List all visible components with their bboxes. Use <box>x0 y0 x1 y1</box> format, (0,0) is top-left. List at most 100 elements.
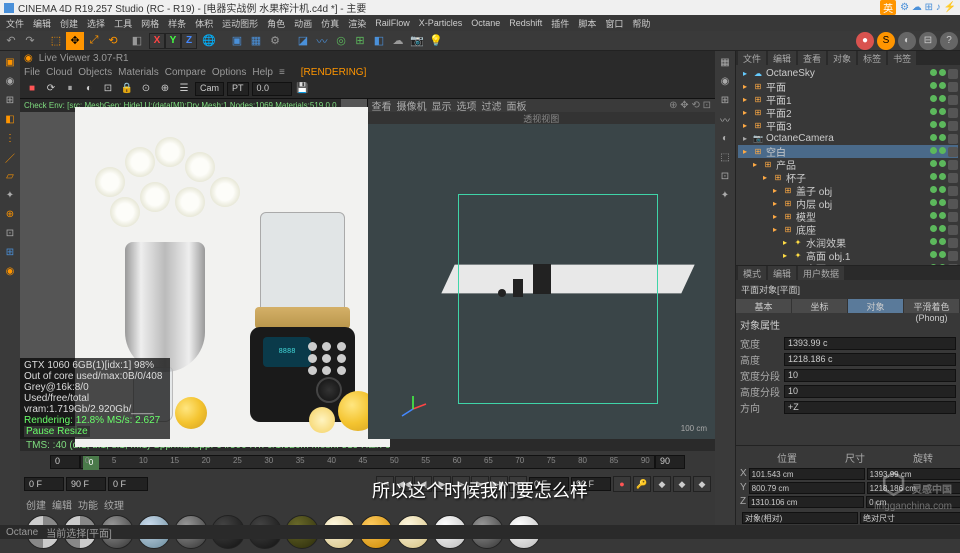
environment-tool[interactable]: ☁ <box>389 32 407 50</box>
tree-expand-icon[interactable]: ▸ <box>740 134 750 144</box>
attr-tab-object[interactable]: 对象 <box>848 299 904 313</box>
om-tab-tags[interactable]: 标签 <box>858 51 886 66</box>
point-mode-button[interactable]: ⋮ <box>1 129 19 147</box>
menu-tools[interactable]: 工具 <box>110 16 136 31</box>
workplane-snap-button[interactable]: ⊞ <box>1 243 19 261</box>
menu-character[interactable]: 角色 <box>263 16 289 31</box>
lv-menu-options[interactable]: Options <box>212 67 246 78</box>
octane-node-button[interactable]: ◐ <box>898 32 916 50</box>
render-pict-button[interactable]: ▦ <box>247 32 265 50</box>
object-tag[interactable] <box>948 69 958 79</box>
timeline-track[interactable]: 0 051015202530354045505560657075808590 <box>80 455 655 469</box>
vp-menu-panel[interactable]: 面板 <box>507 98 527 113</box>
attr-mode[interactable]: 模式 <box>738 266 766 281</box>
object-tag[interactable] <box>948 108 958 118</box>
render-dot[interactable] <box>939 147 946 154</box>
tree-row[interactable]: ▸⊞杯子 <box>738 171 958 184</box>
tweak-button[interactable]: ⊕ <box>1 205 19 223</box>
visibility-dot[interactable] <box>930 212 937 219</box>
mat-tab-func[interactable]: 功能 <box>78 497 98 512</box>
lv-fps-value[interactable]: 0.0 <box>252 82 292 96</box>
menu-animate[interactable]: 动画 <box>290 16 316 31</box>
om-tab-file[interactable]: 文件 <box>738 51 766 66</box>
visibility-dot[interactable] <box>930 225 937 232</box>
attr-input[interactable] <box>784 385 956 398</box>
object-tag[interactable] <box>948 134 958 144</box>
render-dot[interactable] <box>939 69 946 76</box>
tree-expand-icon[interactable]: ▸ <box>760 173 770 183</box>
tree-row[interactable]: ▸⊞盖子 obj <box>738 184 958 197</box>
edge-mode-button[interactable]: ／ <box>1 148 19 166</box>
visibility-dot[interactable] <box>930 82 937 89</box>
recent-tool[interactable]: ◧ <box>128 32 146 50</box>
lv-region-button[interactable]: ⊡ <box>100 81 116 97</box>
render-dot[interactable] <box>939 95 946 102</box>
render-view-button[interactable]: ▣ <box>228 32 246 50</box>
viewport-scene[interactable]: 100 cm <box>368 124 716 439</box>
rt-7[interactable]: ⊡ <box>716 167 734 185</box>
menu-mesh[interactable]: 网格 <box>137 16 163 31</box>
tree-expand-icon[interactable]: ▸ <box>740 95 750 105</box>
record-button[interactable]: ● <box>613 476 631 492</box>
visibility-dot[interactable] <box>930 160 937 167</box>
lv-menu-cloud[interactable]: Cloud <box>46 67 72 78</box>
vp-menu-display[interactable]: 显示 <box>432 98 452 113</box>
axis-mode-button[interactable]: ✦ <box>1 186 19 204</box>
tree-row[interactable]: ▸✦高面 obj.1 <box>738 249 958 262</box>
menu-render[interactable]: 渲染 <box>344 16 370 31</box>
attr-edit[interactable]: 编辑 <box>768 266 796 281</box>
spline-primitive[interactable]: 〰 <box>313 32 331 50</box>
light-tool[interactable]: 💡 <box>427 32 445 50</box>
attr-input[interactable] <box>784 337 956 350</box>
axis-x-toggle[interactable]: X <box>149 33 165 49</box>
coord-system[interactable]: 🌐 <box>200 32 218 50</box>
tree-row[interactable]: ▸⊞底座 <box>738 223 958 236</box>
tree-expand-icon[interactable]: ▸ <box>770 212 780 222</box>
object-name[interactable]: OctaneSky <box>766 68 815 79</box>
render-dot[interactable] <box>939 121 946 128</box>
render-dot[interactable] <box>939 108 946 115</box>
menu-volume[interactable]: 体积 <box>191 16 217 31</box>
render-dot[interactable] <box>939 186 946 193</box>
keyframe-scale-button[interactable]: ◆ <box>693 476 711 492</box>
rt-6[interactable]: ⬚ <box>716 148 734 166</box>
lv-save-button[interactable]: 💾 <box>295 81 311 97</box>
coord-pos-input[interactable] <box>748 496 864 508</box>
frame-start-field[interactable] <box>24 477 64 491</box>
camera-frustum[interactable] <box>458 194 658 404</box>
vp-menu-options[interactable]: 选项 <box>457 98 477 113</box>
visibility-dot[interactable] <box>930 173 937 180</box>
tree-expand-icon[interactable]: ▸ <box>780 238 790 248</box>
render-dot[interactable] <box>939 160 946 167</box>
lv-menu-layout[interactable]: ≡ <box>279 67 285 78</box>
lv-pt-field[interactable]: PT <box>227 82 249 96</box>
coord-pos-input[interactable] <box>749 468 865 480</box>
timeline-end-field[interactable]: 90 <box>655 455 685 469</box>
rt-1[interactable]: ▦ <box>716 53 734 71</box>
perspective-viewport[interactable]: 查看 摄像机 显示 选项 过滤 面板 ⊕ ✥ ⟲ ⊡ 透视视图 100 cm <box>368 99 716 439</box>
menu-plugins[interactable]: 插件 <box>547 16 573 31</box>
tree-expand-icon[interactable]: ▸ <box>750 160 760 170</box>
lv-menu-help[interactable]: Help <box>252 67 273 78</box>
mat-tab-edit[interactable]: 编辑 <box>52 497 72 512</box>
menu-script[interactable]: 脚本 <box>574 16 600 31</box>
om-tab-obj[interactable]: 对象 <box>828 51 856 66</box>
octane-live-button[interactable]: ● <box>856 32 874 50</box>
om-tab-bookmarks[interactable]: 书签 <box>888 51 916 66</box>
vp-menu-view[interactable]: 查看 <box>372 98 392 113</box>
tree-expand-icon[interactable]: ▸ <box>770 225 780 235</box>
timeline-start-field[interactable]: 0 <box>50 455 80 469</box>
array-tool[interactable]: ⊞ <box>351 32 369 50</box>
tree-expand-icon[interactable]: ▸ <box>770 186 780 196</box>
object-tag[interactable] <box>948 186 958 196</box>
visibility-dot[interactable] <box>930 69 937 76</box>
pause-resize-buttons[interactable]: Pause Resize <box>24 426 90 437</box>
attr-input[interactable] <box>784 401 956 414</box>
lv-stop-button[interactable]: ■ <box>24 81 40 97</box>
visibility-dot[interactable] <box>930 186 937 193</box>
attr-tab-phong[interactable]: 平滑着色(Phong) <box>904 299 960 313</box>
make-editable-button[interactable]: ▣ <box>1 53 19 71</box>
rt-2[interactable]: ◉ <box>716 72 734 90</box>
workplane-button[interactable]: ◧ <box>1 110 19 128</box>
menu-mograph[interactable]: 运动图形 <box>218 16 262 31</box>
